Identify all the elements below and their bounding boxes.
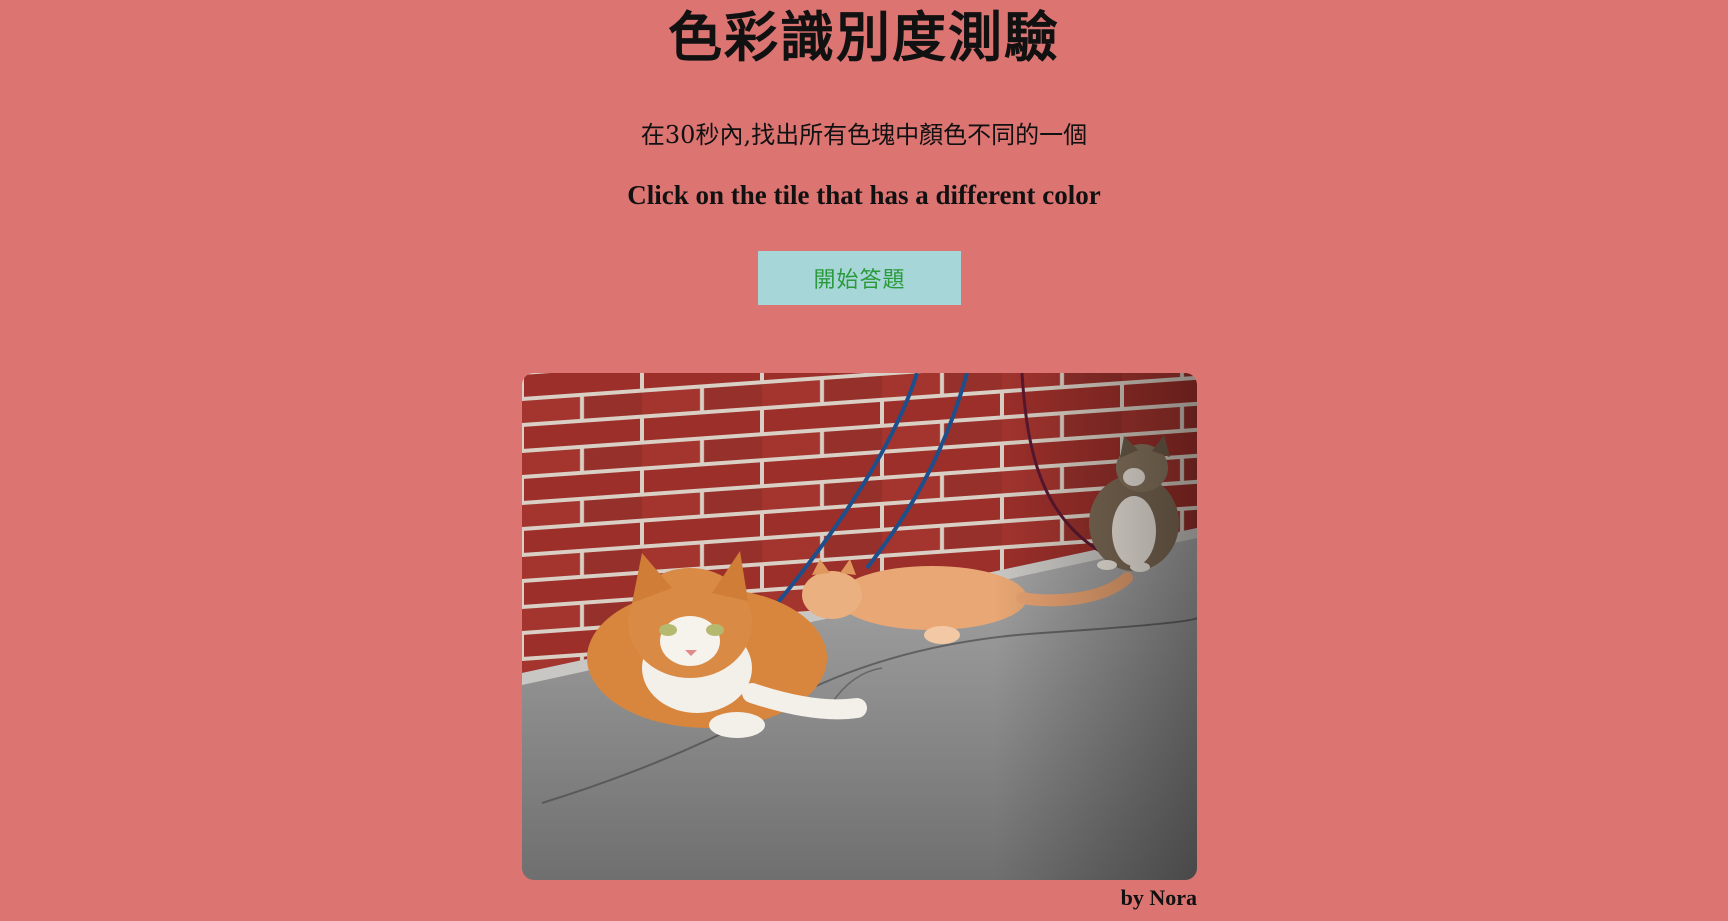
- page-title: 色彩識別度測驗: [668, 6, 1060, 69]
- instruction-english: Click on the tile that has a different c…: [627, 180, 1101, 210]
- photo-credit: by Nora: [1120, 885, 1197, 910]
- start-quiz-button[interactable]: 開始答題: [758, 251, 961, 305]
- instruction-chinese: 在30秒內,找出所有色塊中顏色不同的一個: [640, 121, 1088, 149]
- cats-photo: [522, 373, 1197, 880]
